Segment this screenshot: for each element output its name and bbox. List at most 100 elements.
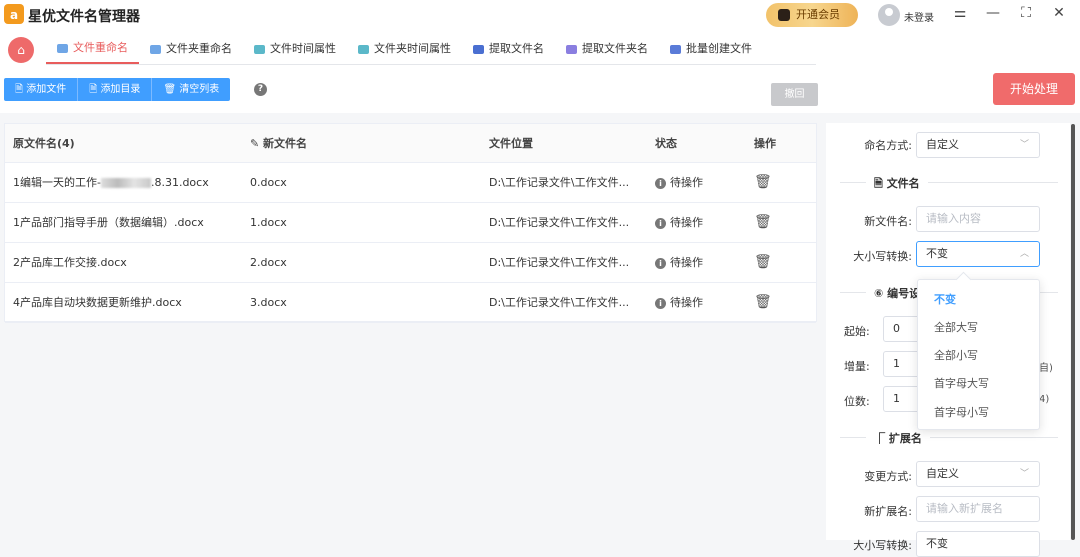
- status: i待操作: [655, 243, 703, 282]
- tab-batch-create[interactable]: 批量创建文件: [659, 34, 763, 64]
- file-location: D:\工作记录文件\工作文件...: [489, 203, 629, 242]
- status: i待操作: [655, 283, 703, 322]
- name-text: 2产品库工作交接.docx: [13, 256, 127, 269]
- settings-sliders-icon[interactable]: ⚌: [950, 5, 970, 21]
- original-name: 2产品库工作交接.docx: [13, 243, 127, 282]
- step-hint: 自): [1039, 359, 1053, 374]
- case-conversion-dropdown: 不变 全部大写 全部小写 首字母大写 首字母小写: [917, 279, 1040, 430]
- button-label: 添加文件: [26, 84, 66, 95]
- chevron-up-icon: ︿: [1020, 242, 1029, 266]
- vip-label: 开通会员: [796, 8, 840, 21]
- extract-foldername-icon: [566, 45, 577, 54]
- header-original-name: 原文件名(4): [13, 124, 75, 163]
- ext-mode-select[interactable]: 自定义 ﹀: [916, 461, 1040, 487]
- vip-button[interactable]: 开通会员: [766, 3, 858, 27]
- home-button[interactable]: ⌂: [8, 37, 34, 63]
- naming-mode-select[interactable]: 自定义 ﹀: [916, 132, 1040, 158]
- add-directory-button[interactable]: 🗎 添加目录: [78, 78, 152, 101]
- file-table: 原文件名(4) ✎ 新文件名 文件位置 状态 操作 1编辑一天的工作-.8.31…: [4, 123, 817, 322]
- ext-mode-label: 变更方式:: [864, 468, 912, 484]
- chevron-down-icon: ﹀: [1020, 462, 1029, 486]
- option-unchanged[interactable]: 不变: [934, 291, 956, 307]
- new-name: 2.docx: [250, 243, 287, 282]
- trash-icon[interactable]: 🗑: [754, 163, 772, 202]
- select-value: 不变: [926, 247, 948, 260]
- tab-file-rename[interactable]: 文件重命名: [46, 34, 139, 64]
- name-suffix: .8.31.docx: [151, 176, 209, 189]
- app-logo: a: [4, 4, 24, 24]
- file-time-icon: [254, 45, 265, 54]
- select-value: 不变: [926, 537, 948, 550]
- status-text: 待操作: [670, 256, 703, 269]
- case-label: 大小写转换:: [853, 248, 912, 264]
- tab-label: 文件夹时间属性: [374, 34, 451, 64]
- close-icon[interactable]: ✕: [1049, 5, 1069, 21]
- panel-scrollbar[interactable]: [1071, 124, 1075, 540]
- ext-case-select[interactable]: 不变: [916, 531, 1040, 557]
- blurred-text: [101, 178, 151, 188]
- add-file-button[interactable]: 🗎 添加文件: [4, 78, 78, 101]
- chevron-down-icon: ﹀: [1020, 133, 1029, 157]
- tab-extract-foldername[interactable]: 提取文件夹名: [555, 34, 659, 64]
- avatar[interactable]: [878, 4, 900, 26]
- file-rename-icon: [57, 44, 68, 53]
- new-ext-input[interactable]: 请输入新扩展名: [916, 496, 1040, 522]
- new-name: 1.docx: [250, 203, 287, 242]
- new-name: 0.docx: [250, 163, 287, 202]
- option-all-lower[interactable]: 全部小写: [934, 347, 978, 363]
- new-name-label: 新文件名:: [864, 213, 912, 229]
- status: i待操作: [655, 163, 703, 202]
- tab-extract-filename[interactable]: 提取文件名: [462, 34, 555, 64]
- tab-label: 提取文件名: [489, 34, 544, 64]
- tab-folder-rename[interactable]: 文件夹重命名: [139, 34, 243, 64]
- edit-icon: ✎: [250, 137, 263, 150]
- undo-button[interactable]: 撤回: [771, 83, 818, 106]
- file-location: D:\工作记录文件\工作文件...: [489, 163, 629, 202]
- clear-list-button[interactable]: 🗑 清空列表: [152, 78, 230, 101]
- file-icon: 🗎: [874, 177, 887, 190]
- name-text: 1编辑一天的工作-: [13, 176, 101, 189]
- batch-create-icon: [670, 45, 681, 54]
- new-ext-label: 新扩展名:: [864, 503, 912, 519]
- name-text: 4产品库自动块数据更新维护.docx: [13, 296, 182, 309]
- section-extension: ⎾ 扩展名: [866, 430, 930, 446]
- maximize-icon[interactable]: ⛶: [1016, 5, 1036, 21]
- tab-file-time[interactable]: 文件时间属性: [243, 34, 347, 64]
- help-icon[interactable]: ?: [254, 83, 267, 96]
- digits-label: 位数:: [844, 393, 870, 409]
- original-name: 1编辑一天的工作- .8.31.docx: [13, 163, 209, 202]
- select-value: 自定义: [926, 138, 959, 151]
- new-name-input[interactable]: 请输入内容: [916, 206, 1040, 232]
- tab-label: 提取文件夹名: [582, 34, 648, 64]
- trash-icon[interactable]: 🗑: [754, 283, 772, 322]
- option-capitalize-first[interactable]: 首字母大写: [934, 375, 989, 391]
- case-conversion-select[interactable]: 不变 ︿: [916, 241, 1040, 267]
- naming-label: 命名方式:: [864, 137, 912, 153]
- file-location: D:\工作记录文件\工作文件...: [489, 243, 629, 282]
- original-name: 4产品库自动块数据更新维护.docx: [13, 283, 182, 322]
- number-icon: ⑥: [874, 287, 887, 300]
- table-row[interactable]: 1编辑一天的工作- .8.31.docx 0.docx D:\工作记录文件\工作文…: [5, 163, 816, 203]
- login-label[interactable]: 未登录: [904, 9, 934, 24]
- start-label: 起始:: [844, 323, 870, 339]
- option-all-upper[interactable]: 全部大写: [934, 319, 978, 335]
- extract-filename-icon: [473, 45, 484, 54]
- trash-icon[interactable]: 🗑: [754, 243, 772, 282]
- trash-icon[interactable]: 🗑: [754, 203, 772, 242]
- info-icon: i: [655, 298, 666, 309]
- tab-bar: 文件重命名 文件夹重命名 文件时间属性 文件夹时间属性 提取文件名 提取文件夹名…: [46, 34, 816, 65]
- option-lowercase-first[interactable]: 首字母小写: [934, 404, 989, 420]
- tab-label: 批量创建文件: [686, 34, 752, 64]
- table-row[interactable]: 2产品库工作交接.docx 2.docx D:\工作记录文件\工作文件... i…: [5, 243, 816, 283]
- section-title: 文件名: [887, 177, 920, 190]
- original-name: 1产品部门指导手册（数据编辑）.docx: [13, 203, 204, 242]
- table-row[interactable]: 1产品部门指导手册（数据编辑）.docx 1.docx D:\工作记录文件\工作…: [5, 203, 816, 243]
- status-text: 待操作: [670, 216, 703, 229]
- tab-folder-time[interactable]: 文件夹时间属性: [347, 34, 462, 64]
- minimize-icon[interactable]: —: [983, 5, 1003, 21]
- status-text: 待操作: [670, 176, 703, 189]
- status: i待操作: [655, 203, 703, 242]
- select-value: 自定义: [926, 467, 959, 480]
- start-processing-button[interactable]: 开始处理: [993, 73, 1075, 105]
- table-row[interactable]: 4产品库自动块数据更新维护.docx 3.docx D:\工作记录文件\工作文件…: [5, 283, 816, 323]
